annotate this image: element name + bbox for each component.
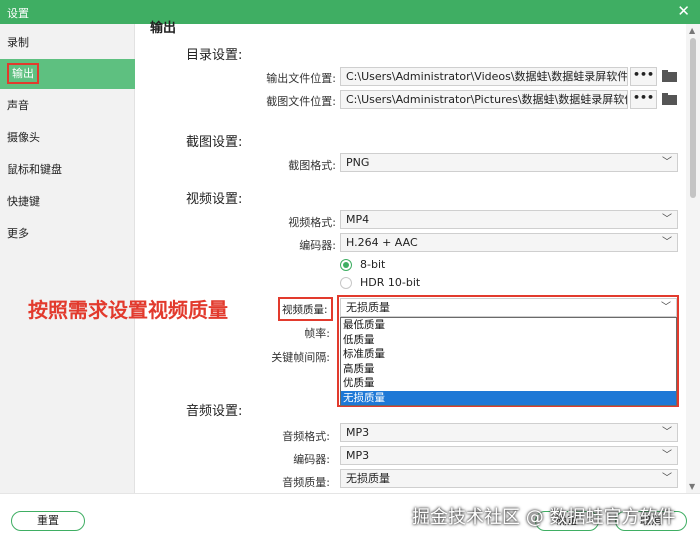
reset-button[interactable]: 重置 xyxy=(11,511,85,531)
video-quality-value: 无损质量 xyxy=(346,301,390,314)
output-location-field[interactable]: C:\Users\Administrator\Videos\数据蛙\数据蛙录屏软… xyxy=(340,67,628,86)
audio-format-label: 音频格式: xyxy=(282,430,330,443)
audio-format-select[interactable]: MP3 ﹀ xyxy=(340,423,678,442)
sidebar-item-sound[interactable]: 声音 xyxy=(0,91,135,121)
screenshot-format-select[interactable]: PNG ﹀ xyxy=(340,153,678,172)
sidebar-item-label: 声音 xyxy=(7,99,29,112)
sidebar-item-mouse-keyboard[interactable]: 鼠标和键盘 xyxy=(0,155,135,185)
screenshot-format-label: 截图格式: xyxy=(288,159,336,172)
audio-quality-select[interactable]: 无损质量 ﹀ xyxy=(340,469,678,488)
sidebar-item-label: 快捷键 xyxy=(7,195,40,208)
video-encoder-value: H.264 + AAC xyxy=(346,236,418,249)
chevron-down-icon: ﹀ xyxy=(662,214,672,225)
sidebar-item-label: 摄像头 xyxy=(7,131,40,144)
annotation-text: 按照需求设置视频质量 xyxy=(28,298,228,322)
dropdown-option[interactable]: 最低质量 xyxy=(341,318,676,333)
sidebar-item-label: 鼠标和键盘 xyxy=(7,163,62,176)
scroll-down-icon[interactable]: ▼ xyxy=(689,482,695,491)
sidebar-item-camera[interactable]: 摄像头 xyxy=(0,123,135,153)
chevron-down-icon: ﹀ xyxy=(662,427,672,438)
video-format-label: 视频格式: xyxy=(288,216,336,229)
radio-8bit-label: 8-bit xyxy=(360,258,386,271)
dropdown-option[interactable]: 高质量 xyxy=(341,362,676,377)
chevron-down-icon: ﹀ xyxy=(662,450,672,461)
directory-settings-title: 目录设置: xyxy=(186,48,243,63)
video-quality-label: 视频质量: xyxy=(282,304,328,316)
radio-hdr10bit[interactable] xyxy=(340,277,352,289)
screenshot-format-value: PNG xyxy=(346,156,370,169)
keyframe-interval-label: 关键帧间隔: xyxy=(271,351,330,364)
settings-sidebar: 录制 输出 声音 摄像头 鼠标和键盘 快捷键 更多 xyxy=(0,24,135,493)
audio-settings-title: 音频设置: xyxy=(186,404,243,419)
chevron-down-icon: ﹀ xyxy=(662,473,672,484)
video-settings-title: 视频设置: xyxy=(186,192,243,207)
sidebar-item-hotkeys[interactable]: 快捷键 xyxy=(0,187,135,217)
screenshot-folder-icon[interactable] xyxy=(662,93,677,105)
main-scrollbar[interactable]: ▲ ▼ xyxy=(686,24,700,493)
audio-encoder-select[interactable]: MP3 ﹀ xyxy=(340,446,678,465)
sidebar-item-output[interactable]: 输出 xyxy=(0,59,135,89)
sidebar-item-label: 录制 xyxy=(7,36,29,49)
video-format-value: MP4 xyxy=(346,213,370,226)
chevron-down-icon: ﹀ xyxy=(661,302,671,313)
watermark-text: 掘金技术社区 @ 数据蛙官方软件 xyxy=(412,507,676,528)
dropdown-option-selected[interactable]: 无损质量 xyxy=(341,390,676,405)
audio-quality-label: 音频质量: xyxy=(282,476,330,489)
close-icon[interactable]: ✕ xyxy=(677,3,690,19)
output-location-label: 输出文件位置: xyxy=(266,72,336,85)
audio-encoder-label: 编码器: xyxy=(293,453,330,466)
radio-hdr10bit-label: HDR 10-bit xyxy=(360,276,421,289)
screenshot-browse-button[interactable]: ••• xyxy=(630,90,657,109)
video-format-select[interactable]: MP4 ﹀ xyxy=(340,210,678,229)
output-browse-button[interactable]: ••• xyxy=(630,67,657,86)
audio-encoder-value: MP3 xyxy=(346,449,370,462)
framerate-label: 帧率: xyxy=(304,327,330,340)
chevron-down-icon: ﹀ xyxy=(662,157,672,168)
dropdown-option[interactable]: 优质量 xyxy=(341,376,676,391)
title-bar: 设置 ✕ xyxy=(0,0,700,24)
screenshot-location-label: 截图文件位置: xyxy=(266,95,336,108)
radio-8bit[interactable] xyxy=(340,259,352,271)
screenshot-location-field[interactable]: C:\Users\Administrator\Pictures\数据蛙\数据蛙录… xyxy=(340,90,628,109)
video-encoder-label: 编码器: xyxy=(299,239,336,252)
sidebar-item-more[interactable]: 更多 xyxy=(0,219,135,249)
sidebar-item-label: 输出 xyxy=(7,63,39,84)
sidebar-item-record[interactable]: 录制 xyxy=(0,28,135,58)
dropdown-option[interactable]: 低质量 xyxy=(341,333,676,348)
scroll-up-icon[interactable]: ▲ xyxy=(689,26,695,35)
audio-quality-value: 无损质量 xyxy=(346,472,390,485)
chevron-down-icon: ﹀ xyxy=(662,237,672,248)
output-folder-icon[interactable] xyxy=(662,70,677,82)
video-encoder-select[interactable]: H.264 + AAC ﹀ xyxy=(340,233,678,252)
dropdown-option[interactable]: 标准质量 xyxy=(341,347,676,362)
audio-format-value: MP3 xyxy=(346,426,370,439)
scroll-thumb[interactable] xyxy=(690,38,696,198)
video-quality-select[interactable]: 无损质量 ﹀ xyxy=(340,298,677,317)
screenshot-settings-title: 截图设置: xyxy=(186,135,243,150)
window-title: 设置 xyxy=(7,7,29,20)
video-quality-dropdown-list: 最低质量 低质量 标准质量 高质量 优质量 无损质量 xyxy=(340,317,677,406)
section-heading: 输出 xyxy=(150,21,177,36)
sidebar-item-label: 更多 xyxy=(7,227,29,240)
